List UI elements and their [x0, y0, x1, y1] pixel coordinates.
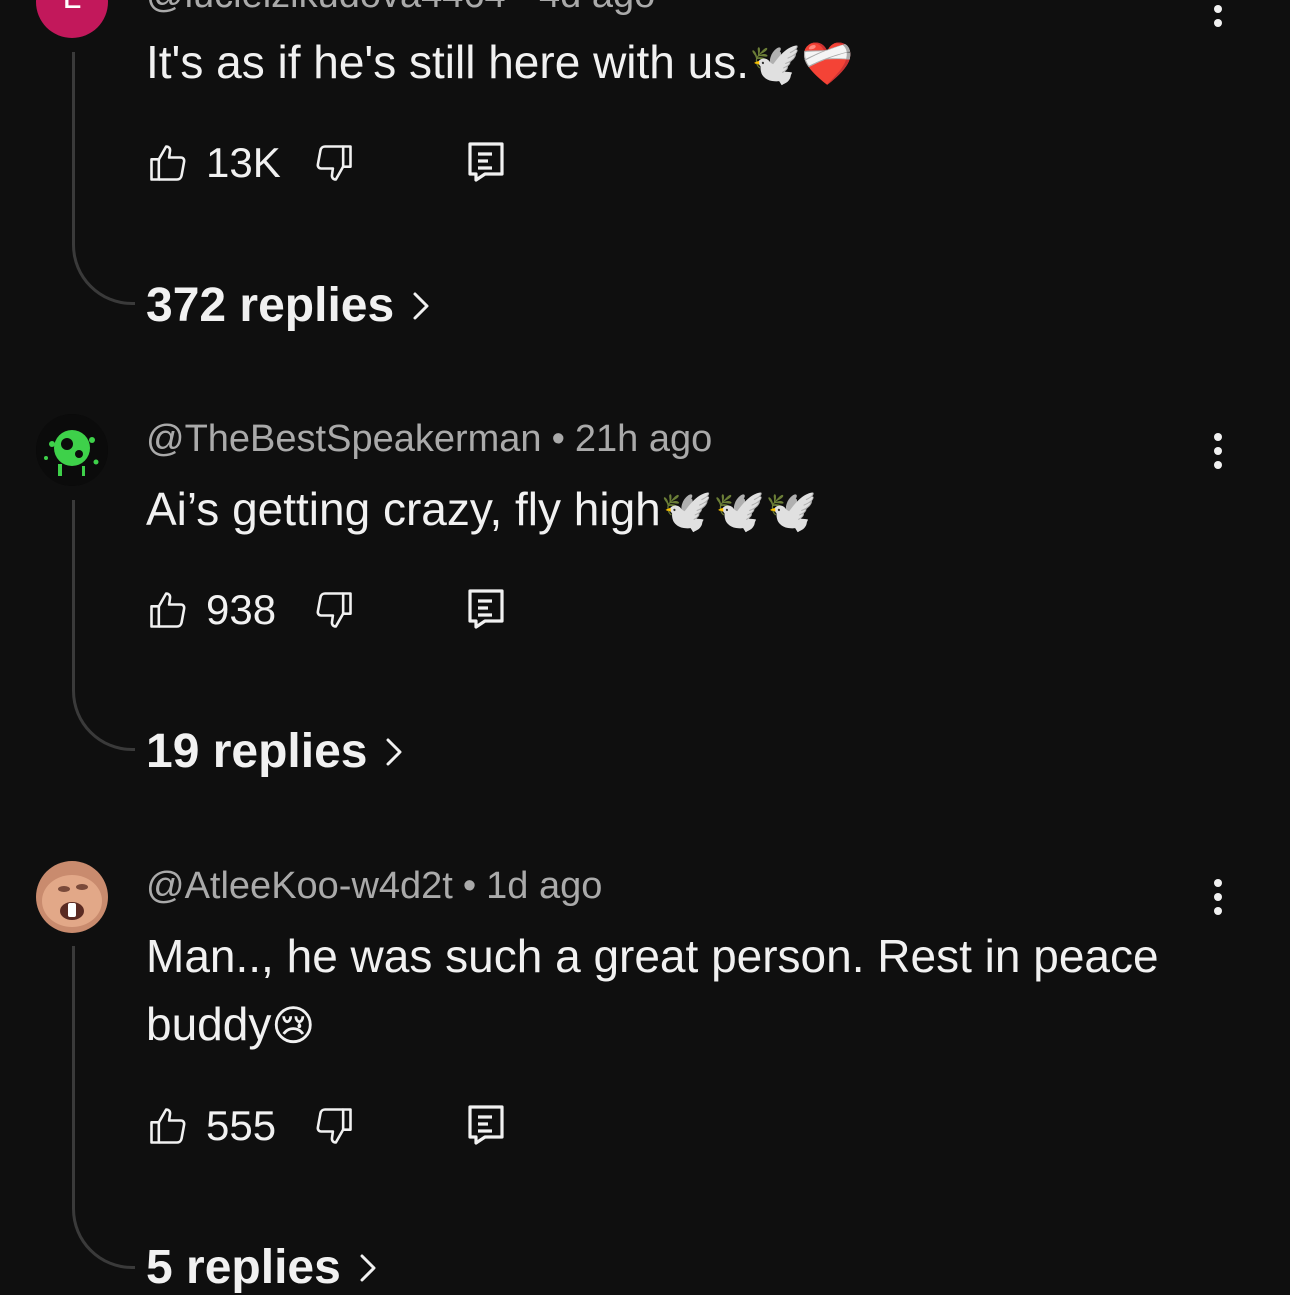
more-vert-icon-dot [1214, 447, 1222, 455]
avatar-image [36, 861, 108, 933]
reply-icon [468, 589, 504, 629]
reply-button[interactable] [466, 585, 506, 635]
comment-author[interactable]: @AtleeKoo-w4d2t [146, 865, 453, 907]
reply-button[interactable] [466, 138, 506, 188]
thread-line [72, 52, 135, 305]
more-vert-icon-dot [1214, 461, 1222, 469]
dislike-button[interactable] [312, 138, 356, 188]
like-button[interactable]: 555 [146, 1101, 276, 1151]
more-vert-icon-dot [1214, 19, 1222, 27]
dislike-button[interactable] [312, 585, 356, 635]
thumbs-down-icon [316, 145, 352, 181]
comment-emojis: 😢 [271, 1001, 316, 1050]
more-vert-icon-dot [1214, 5, 1222, 13]
comment-text: Man.., he was such a great person. Rest … [146, 930, 1159, 1050]
thread-line [72, 500, 135, 751]
view-replies-button[interactable]: 5 replies [146, 1240, 377, 1295]
meta-separator: • [462, 865, 477, 907]
comment-meta: @lucielzikudova4464 • 4d ago [146, 0, 655, 17]
thumbs-up-icon [150, 145, 186, 181]
comment-time: 4d ago [539, 0, 655, 16]
reply-icon [468, 1105, 504, 1145]
meta-separator: • [551, 418, 565, 460]
comment-meta: @TheBestSpeakerman • 21h ago [146, 418, 712, 461]
comment-time: 1d ago [486, 865, 603, 907]
like-button[interactable]: 13K [146, 138, 281, 188]
avatar[interactable] [36, 414, 108, 486]
comment-actions: 938 [146, 585, 546, 635]
more-vert-icon-dot [1214, 433, 1222, 441]
avatar-letter: L [63, 0, 82, 16]
more-vert-icon-dot [1214, 879, 1222, 887]
comment-actions: 555 [146, 1101, 546, 1151]
like-count: 938 [206, 586, 277, 633]
more-vert-icon-dot [1214, 893, 1222, 901]
comment-author[interactable]: @TheBestSpeakerman [146, 418, 542, 460]
chevron-right-icon [413, 292, 429, 319]
comment-text: Ai’s getting crazy, fly high🕊️🕊️🕊️ [146, 483, 818, 535]
reply-icon [468, 142, 504, 182]
thumbs-up-icon [150, 1108, 186, 1144]
replies-label: 5 replies [146, 1241, 341, 1294]
like-button[interactable]: 938 [146, 585, 276, 635]
avatar[interactable]: L [36, 0, 108, 38]
comment-author[interactable]: @lucielzikudova4464 [146, 0, 506, 16]
dislike-button[interactable] [312, 1101, 356, 1151]
thumbs-down-icon [316, 1108, 352, 1144]
chevron-right-icon [386, 738, 402, 765]
like-count: 555 [206, 1102, 277, 1149]
thread-line [72, 946, 135, 1269]
chevron-right-icon [360, 1254, 376, 1281]
view-replies-button[interactable]: 19 replies [146, 724, 403, 779]
comment-meta: @AtleeKoo-w4d2t • 1d ago [146, 865, 602, 908]
like-count: 13K [206, 139, 281, 186]
more-options-button[interactable] [1200, 426, 1236, 476]
more-vert-icon-dot [1214, 907, 1222, 915]
view-replies-button[interactable]: 372 replies [146, 278, 430, 333]
replies-label: 19 replies [146, 725, 368, 778]
replies-label: 372 replies [146, 279, 395, 332]
meta-separator: • [516, 0, 529, 16]
thumbs-up-icon [150, 592, 186, 628]
reply-button[interactable] [466, 1101, 506, 1151]
comment-actions: 13K [146, 138, 546, 188]
comment-text: It's as if he's still here with us.🕊️❤️‍… [146, 36, 854, 88]
comment-emojis: 🕊️❤️‍🩹 [749, 39, 854, 88]
comment-time: 21h ago [574, 418, 713, 460]
comment-emojis: 🕊️🕊️🕊️ [660, 486, 818, 535]
avatar-image [36, 414, 108, 486]
thumbs-down-icon [316, 592, 352, 628]
avatar[interactable] [36, 861, 108, 933]
more-options-button[interactable] [1200, 872, 1236, 922]
